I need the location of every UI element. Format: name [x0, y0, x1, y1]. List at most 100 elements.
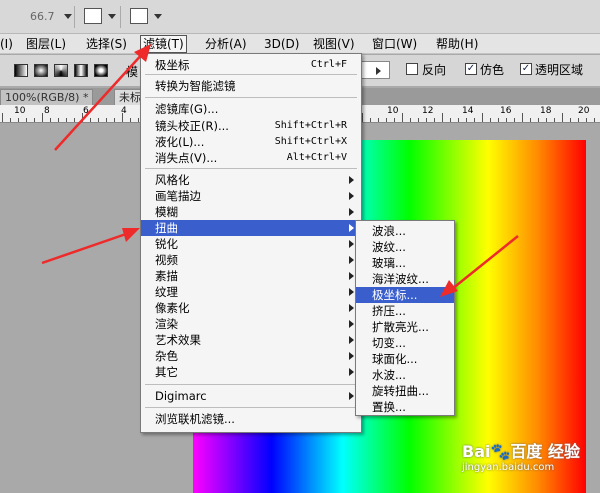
ruler-tick — [586, 118, 587, 122]
menu-3d[interactable]: 3D(D) — [264, 36, 299, 52]
screen-mode-icon[interactable] — [130, 8, 148, 24]
menu-item-brush-strokes[interactable]: 画笔描边 — [141, 188, 361, 204]
menu-image[interactable]: (I) — [0, 36, 13, 52]
submenu-item-zigzag[interactable]: 水波... — [356, 367, 454, 383]
submenu-item-wave[interactable]: 波浪... — [356, 223, 454, 239]
submenu-arrow-icon — [349, 272, 354, 280]
transparency-label: 透明区域 — [535, 63, 584, 77]
menu-item-liquify[interactable]: 液化(L)... Shift+Ctrl+X — [141, 134, 361, 150]
menu-item-lens-correction[interactable]: 镜头校正(R)... Shift+Ctrl+R — [141, 118, 361, 134]
ruler-tick — [42, 113, 43, 122]
menu-help[interactable]: 帮助(H) — [436, 36, 478, 52]
submenu-item-glass[interactable]: 玻璃... — [356, 255, 454, 271]
ruler-tick — [106, 118, 107, 122]
menu-item-label: 镜头校正(R)... — [155, 119, 229, 133]
ruler-tick — [514, 118, 515, 122]
menu-item-label: Digimarc — [155, 389, 207, 403]
ruler-tick — [402, 113, 403, 122]
watermark-brand: Bai🐾百度 经验 — [462, 442, 580, 461]
menu-filter[interactable]: 滤镜(T) — [140, 35, 187, 53]
menu-item-vanishing-point[interactable]: 消失点(V)... Alt+Ctrl+V — [141, 150, 361, 166]
ruler-tick — [498, 118, 499, 122]
menu-item-filter-gallery[interactable]: 滤镜库(G)... — [141, 101, 361, 117]
dither-checkbox[interactable]: ✓ — [465, 63, 477, 75]
submenu-item-diffuse-glow[interactable]: 扩散亮光... — [356, 319, 454, 335]
ruler-label: 16 — [500, 106, 512, 116]
opacity-field[interactable] — [360, 61, 390, 79]
dither-label: 仿色 — [480, 63, 505, 77]
menu-item-stylize[interactable]: 风格化 — [141, 172, 361, 188]
submenu-item-ocean-ripple[interactable]: 海洋波纹... — [356, 271, 454, 287]
menu-separator — [145, 384, 357, 385]
annotation-arrow — [41, 228, 140, 265]
submenu-item-shear[interactable]: 切变... — [356, 335, 454, 351]
toolbar-divider — [74, 6, 75, 28]
menu-item-render[interactable]: 渲染 — [141, 316, 361, 332]
menu-item-blur[interactable]: 模糊 — [141, 204, 361, 220]
reverse-checkbox[interactable] — [406, 63, 418, 75]
menu-layer[interactable]: 图层(L) — [26, 36, 66, 52]
radial-gradient-icon[interactable] — [34, 64, 48, 77]
menu-item-texture[interactable]: 纹理 — [141, 284, 361, 300]
distort-submenu: 波浪... 波纹... 玻璃... 海洋波纹... 极坐标... 挤压... 扩散亮光...… — [355, 220, 455, 416]
submenu-item-ripple[interactable]: 波纹... — [356, 239, 454, 255]
submenu-item-polar-coordinates[interactable]: 极坐标... — [356, 287, 454, 303]
screen-mode-dropdown-icon[interactable] — [154, 14, 162, 19]
menu-item-label: 艺术效果 — [155, 333, 201, 347]
menu-item-other[interactable]: 其它 — [141, 364, 361, 380]
menu-item-sketch[interactable]: 素描 — [141, 268, 361, 284]
arrange-dropdown-icon[interactable] — [108, 14, 116, 19]
menu-item-label: 视频 — [155, 253, 178, 267]
menu-item-last-filter[interactable]: 极坐标 Ctrl+F — [141, 57, 361, 73]
filter-menu: 极坐标 Ctrl+F 转换为智能滤镜 滤镜库(G)... 镜头校正(R)... Shift… — [140, 53, 362, 433]
ruler-label: 14 — [462, 106, 474, 116]
menu-view[interactable]: 视图(V) — [313, 36, 355, 52]
menu-item-artistic[interactable]: 艺术效果 — [141, 332, 361, 348]
submenu-item-spherize[interactable]: 球面化... — [356, 351, 454, 367]
ruler-tick — [426, 118, 427, 122]
menu-item-label: 像素化 — [155, 301, 190, 315]
ruler-tick — [18, 118, 19, 122]
ruler-label: 20 — [578, 106, 590, 116]
zoom-dropdown-icon[interactable] — [64, 14, 72, 19]
menu-item-sharpen[interactable]: 锐化 — [141, 236, 361, 252]
tab-document-1[interactable]: 100%(RGB/8) * — [0, 89, 94, 105]
menu-item-video[interactable]: 视频 — [141, 252, 361, 268]
ruler-tick — [578, 118, 579, 122]
menu-item-distort[interactable]: 扭曲 — [141, 220, 361, 236]
ruler-tick — [458, 118, 459, 122]
ruler-label: 10 — [14, 106, 26, 116]
menu-item-label: 风格化 — [155, 173, 190, 187]
submenu-item-displace[interactable]: 置换... — [356, 399, 454, 415]
menu-bar: (I) 图层(L) 选择(S) 滤镜(T) 分析(A) 3D(D) 视图(V) … — [0, 34, 600, 54]
ruler-tick — [522, 113, 523, 122]
menu-select[interactable]: 选择(S) — [86, 36, 127, 52]
ruler-tick — [98, 118, 99, 122]
menu-item-noise[interactable]: 杂色 — [141, 348, 361, 364]
transparency-checkbox[interactable]: ✓ — [520, 63, 532, 75]
ruler-tick — [482, 113, 483, 122]
menu-item-digimarc[interactable]: Digimarc — [141, 388, 361, 404]
menu-separator — [145, 407, 357, 408]
ruler-tick — [26, 118, 27, 122]
ruler-tick — [538, 118, 539, 122]
zoom-value[interactable]: 66.7 — [30, 10, 55, 23]
submenu-item-pinch[interactable]: 挤压... — [356, 303, 454, 319]
ruler-tick — [410, 118, 411, 122]
ruler-tick — [474, 118, 475, 122]
menu-item-browse-filters-online[interactable]: 浏览联机滤镜... — [141, 411, 361, 427]
menu-analysis[interactable]: 分析(A) — [205, 36, 247, 52]
ruler-tick — [362, 113, 363, 122]
menu-item-pixelate[interactable]: 像素化 — [141, 300, 361, 316]
linear-gradient-icon[interactable] — [14, 64, 28, 77]
field-arrow-icon[interactable] — [376, 67, 381, 75]
ruler-tick — [130, 118, 131, 122]
menu-window[interactable]: 窗口(W) — [372, 36, 417, 52]
submenu-item-twirl[interactable]: 旋转扭曲... — [356, 383, 454, 399]
diamond-gradient-icon[interactable] — [94, 64, 108, 77]
menu-item-label: 浏览联机滤镜... — [155, 412, 235, 426]
reflected-gradient-icon[interactable] — [74, 64, 88, 77]
arrange-documents-icon[interactable] — [84, 8, 102, 24]
menu-item-convert-smart-filter[interactable]: 转换为智能滤镜 — [141, 78, 361, 94]
angle-gradient-icon[interactable] — [54, 64, 68, 77]
